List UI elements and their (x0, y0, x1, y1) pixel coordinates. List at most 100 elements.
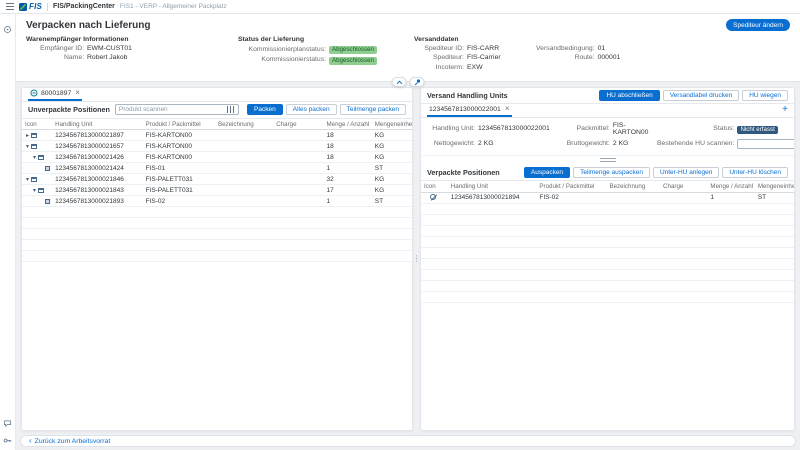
close-hu-button[interactable]: HU abschließen (599, 90, 659, 101)
column-header: Handling Unit (52, 119, 142, 130)
app-title: FIS/PackingCenter (53, 3, 115, 10)
cell-hu: 1234567813000021657 (52, 141, 142, 152)
hu-tab[interactable]: 1234567813000022001 × (427, 104, 512, 117)
pack-all-button[interactable]: Alles packen (286, 104, 337, 115)
table-row[interactable]: ▾1234567813000021426FIS-KARTON0018KG (22, 152, 412, 163)
change-carrier-button[interactable]: Spediteur ändern (726, 19, 790, 31)
back-link-label: Zurück zum Arbeitsvorrat (35, 438, 111, 445)
section-title: Unverpackte Positionen (28, 105, 110, 114)
fis-logo-mark (19, 3, 27, 11)
column-header: Produkt / Packmittel (536, 181, 606, 192)
table-row[interactable]: ▸1234567813000021894FIS-021ST (421, 192, 794, 203)
field-label: Route: (527, 55, 595, 62)
pack-button[interactable]: Packen (247, 104, 283, 115)
facet-delivery-status: Status der Lieferung Kommissionierplanst… (238, 36, 414, 74)
collapse-header-button[interactable] (392, 77, 407, 87)
pin-header-button[interactable] (410, 77, 425, 87)
hu-icon (31, 133, 37, 138)
empty-row (22, 207, 412, 218)
cell-unit: ST (755, 192, 794, 203)
field-value: FIS-Carrier (467, 55, 501, 62)
hu-icon (31, 177, 37, 182)
existing-hu-input[interactable] (737, 139, 795, 149)
column-header: Icon (22, 119, 52, 130)
cell-product: FIS-02 (536, 192, 606, 203)
field-value: FIS-KARTON00 (613, 123, 649, 137)
cell-qty: 18 (324, 130, 372, 141)
column-header: Icon (421, 181, 448, 192)
shipping-hu-panel: Versand Handling Units HU abschließen Ve… (420, 87, 795, 431)
cell-charge (273, 185, 323, 196)
table-row[interactable]: ▾1234567813000021846FIS-PALETT03132KG (22, 174, 412, 185)
form-splitter[interactable] (421, 156, 794, 164)
navigation-icon[interactable] (3, 25, 12, 34)
column-header: Handling Unit (448, 181, 537, 192)
expand-node-icon[interactable]: ▸ (24, 132, 31, 139)
table-row[interactable]: ▾1234567813000021657FIS-KARTON0018KG (22, 141, 412, 152)
product-scan-input[interactable] (119, 106, 225, 113)
empty-row (421, 291, 794, 302)
panel-splitter[interactable]: ⋮ (413, 87, 420, 431)
table-header-row: IconHandling UnitProdukt / PackmittelBez… (22, 119, 412, 130)
field-value: 2 KG (478, 141, 494, 148)
field-label: Packmittel: (558, 126, 610, 133)
work-area: 80001897 × Unverpackte Positionen Packen… (16, 82, 800, 434)
weigh-hu-button[interactable]: HU wiegen (742, 90, 788, 101)
empty-row (421, 269, 794, 280)
cell-hu: 1234567813000021843 (52, 185, 142, 196)
cell-qty: 32 (324, 174, 372, 185)
column-header: Mengeneinheit (755, 181, 794, 192)
collapse-node-icon[interactable]: ▾ (24, 143, 31, 150)
table-row[interactable]: ▸1234567813000021893FIS-021ST (22, 196, 412, 207)
product-icon-slash (430, 194, 436, 200)
field-label: Spediteur: (414, 55, 464, 62)
empty-row (421, 203, 794, 214)
close-tab-icon[interactable]: × (75, 89, 80, 97)
delivery-tab[interactable]: 80001897 × (28, 88, 82, 101)
cell-hu: 1234567813000021893 (52, 196, 142, 207)
collapse-node-icon[interactable]: ▾ (31, 187, 38, 194)
close-tab-icon[interactable]: × (505, 105, 510, 113)
cell-product: FIS-KARTON00 (143, 130, 215, 141)
field-label: Bruttogewicht: (558, 141, 610, 148)
tab-label: 1234567813000022001 (429, 106, 501, 113)
field-label: Spediteur ID: (414, 46, 464, 53)
key-icon[interactable] (3, 436, 12, 445)
back-link[interactable]: ‹ Zurück zum Arbeitsvorrat (29, 437, 110, 445)
table-row[interactable]: ▸1234567813000021897FIS-KARTON0018KG (22, 130, 412, 141)
delete-sub-hu-button[interactable]: Unter-HU löschen (722, 167, 788, 178)
cell-qty: 1 (324, 196, 372, 207)
unpack-button[interactable]: Auspacken (524, 167, 570, 178)
pack-partial-button[interactable]: Teilmenge packen (340, 104, 406, 115)
facet-shipping: Versanddaten Spediteur ID:FIS-CARR Spedi… (414, 36, 620, 74)
menu-icon[interactable] (6, 3, 14, 10)
add-hu-icon[interactable]: + (782, 105, 788, 115)
cell-desc (215, 163, 273, 174)
empty-row (421, 247, 794, 258)
cell-product: FIS-PALETT031 (143, 174, 215, 185)
field-label: Kommissionierplanstatus: (238, 47, 326, 54)
facet-title: Versanddaten (414, 36, 620, 43)
footer: ‹ Zurück zum Arbeitsvorrat (16, 434, 800, 450)
hu-detail-form: Handling Unit:1234567813000022001 Packmi… (421, 118, 794, 157)
cell-unit: ST (372, 196, 412, 207)
empty-row (421, 280, 794, 291)
cell-unit: KG (372, 130, 412, 141)
grip-handle (600, 158, 616, 162)
collapse-node-icon[interactable]: ▾ (31, 154, 38, 161)
delivery-icon (30, 89, 38, 97)
column-header: Produkt / Packmittel (143, 119, 215, 130)
collapse-node-icon[interactable]: ▾ (24, 176, 31, 183)
cell-desc (215, 185, 273, 196)
assistant-chat-icon[interactable] (3, 419, 12, 428)
column-header: Charge (660, 181, 707, 192)
barcode-scan-icon (227, 106, 235, 113)
table-row[interactable]: ▾1234567813000021843FIS-PALETT03117KG (22, 185, 412, 196)
print-shipping-label-button[interactable]: Versandlabel drucken (663, 90, 740, 101)
hu-icon (38, 188, 44, 193)
unpack-partial-button[interactable]: Teilmenge auspacken (573, 167, 650, 178)
create-sub-hu-button[interactable]: Unter-HU anlegen (653, 167, 719, 178)
cell-hu: 1234567813000021426 (52, 152, 142, 163)
table-row[interactable]: ▸1234567813000021424FIS-011ST (22, 163, 412, 174)
header-controls (392, 77, 425, 87)
